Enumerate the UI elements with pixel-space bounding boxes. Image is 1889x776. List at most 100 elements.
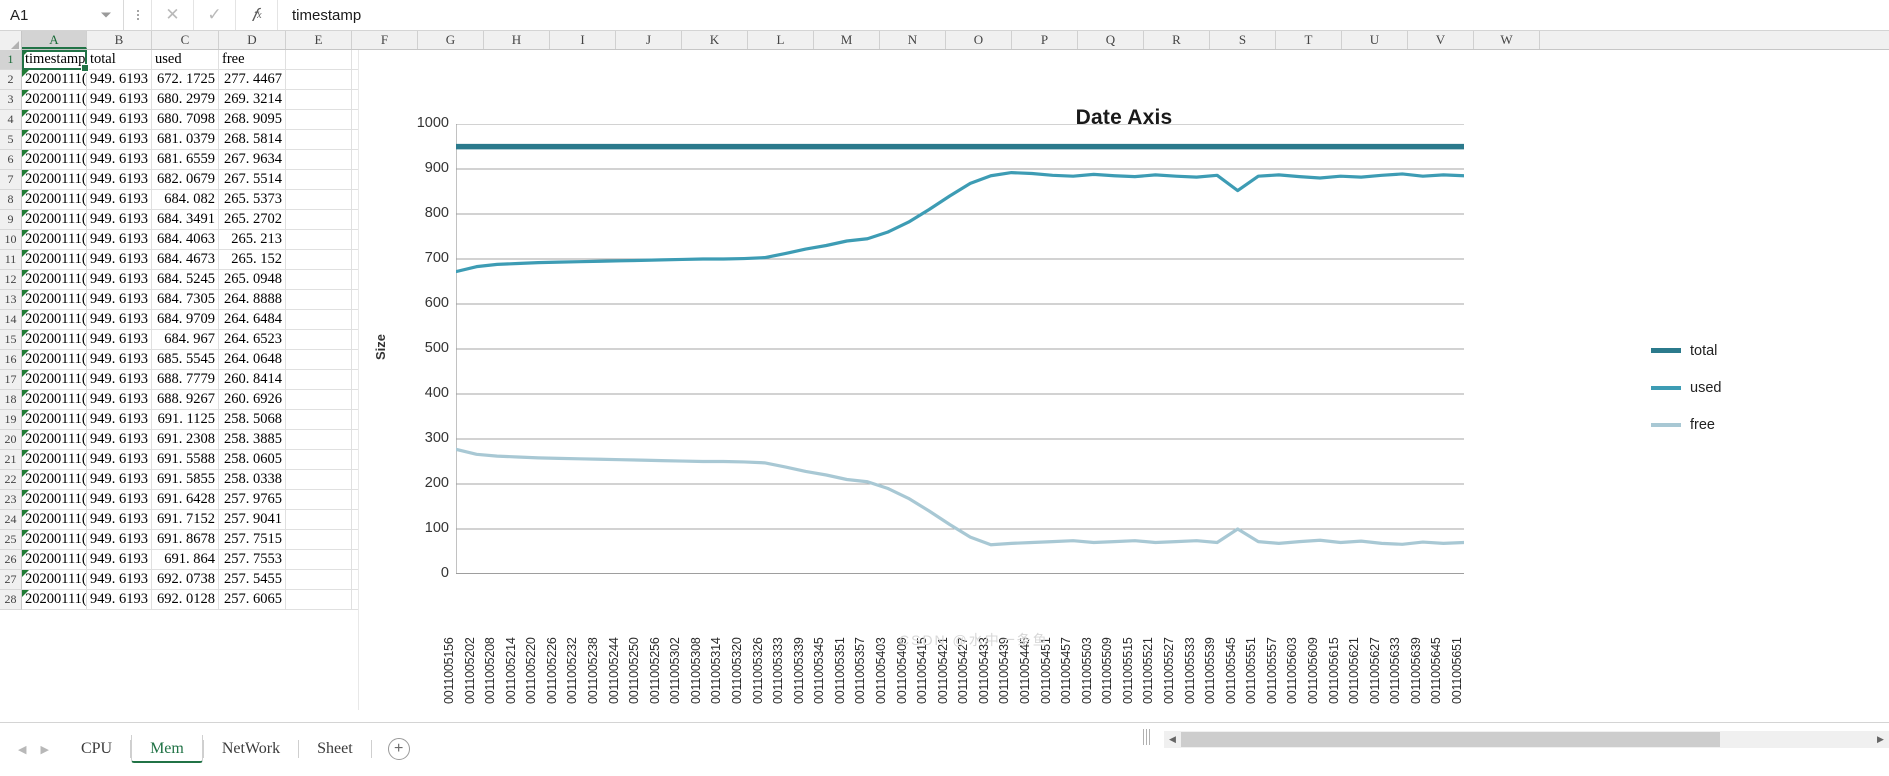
cell-B11[interactable]: 949. 6193: [87, 250, 152, 270]
column-header-w[interactable]: W: [1474, 31, 1540, 49]
row-header-19[interactable]: 19: [0, 410, 22, 430]
cell-C3[interactable]: 680. 2979: [152, 90, 219, 110]
cell-D9[interactable]: 265. 2702: [219, 210, 286, 230]
cell-A20[interactable]: 20200111(: [22, 430, 87, 450]
cell-empty[interactable]: [286, 150, 352, 170]
cell-B16[interactable]: 949. 6193: [87, 350, 152, 370]
sheet-tab-cpu[interactable]: CPU: [63, 735, 130, 763]
column-header-u[interactable]: U: [1342, 31, 1408, 49]
cell-B23[interactable]: 949. 6193: [87, 490, 152, 510]
cell-D11[interactable]: 265. 152: [219, 250, 286, 270]
chevron-down-icon[interactable]: [101, 12, 111, 18]
column-header-q[interactable]: Q: [1078, 31, 1144, 49]
row-header-13[interactable]: 13: [0, 290, 22, 310]
cell-C23[interactable]: 691. 6428: [152, 490, 219, 510]
cell-empty[interactable]: [286, 230, 352, 250]
cell-empty[interactable]: [286, 590, 352, 610]
row-header-18[interactable]: 18: [0, 390, 22, 410]
cell-C12[interactable]: 684. 5245: [152, 270, 219, 290]
cell-A23[interactable]: 20200111(: [22, 490, 87, 510]
cell-A15[interactable]: 20200111(: [22, 330, 87, 350]
cell-empty[interactable]: [286, 110, 352, 130]
cell-B24[interactable]: 949. 6193: [87, 510, 152, 530]
cell-C14[interactable]: 684. 9709: [152, 310, 219, 330]
cell-D3[interactable]: 269. 3214: [219, 90, 286, 110]
scrollbar-thumb[interactable]: [1181, 732, 1720, 747]
cell-B1[interactable]: total: [87, 50, 152, 70]
cell-D8[interactable]: 265. 5373: [219, 190, 286, 210]
horizontal-scrollbar[interactable]: ◀ ▶: [1164, 731, 1889, 748]
cell-B27[interactable]: 949. 6193: [87, 570, 152, 590]
cell-empty[interactable]: [286, 210, 352, 230]
cell-A18[interactable]: 20200111(: [22, 390, 87, 410]
cell-A6[interactable]: 20200111(: [22, 150, 87, 170]
cell-empty[interactable]: [286, 330, 352, 350]
cell-A21[interactable]: 20200111(: [22, 450, 87, 470]
row-header-12[interactable]: 12: [0, 270, 22, 290]
cell-A7[interactable]: 20200111(: [22, 170, 87, 190]
row-header-3[interactable]: 3: [0, 90, 22, 110]
cell-B5[interactable]: 949. 6193: [87, 130, 152, 150]
cell-empty[interactable]: [286, 130, 352, 150]
cell-A24[interactable]: 20200111(: [22, 510, 87, 530]
cell-A13[interactable]: 20200111(: [22, 290, 87, 310]
cell-D5[interactable]: 268. 5814: [219, 130, 286, 150]
cell-C11[interactable]: 684. 4673: [152, 250, 219, 270]
column-header-l[interactable]: L: [748, 31, 814, 49]
cell-A25[interactable]: 20200111(: [22, 530, 87, 550]
cell-empty[interactable]: [286, 570, 352, 590]
column-header-b[interactable]: B: [87, 31, 152, 49]
cell-C25[interactable]: 691. 8678: [152, 530, 219, 550]
cell-empty[interactable]: [286, 50, 352, 70]
sheet-tab-network[interactable]: NetWork: [204, 735, 298, 763]
cell-B15[interactable]: 949. 6193: [87, 330, 152, 350]
column-header-k[interactable]: K: [682, 31, 748, 49]
cell-B21[interactable]: 949. 6193: [87, 450, 152, 470]
legend-item-used[interactable]: used: [1651, 375, 1721, 400]
cell-B14[interactable]: 949. 6193: [87, 310, 152, 330]
cell-A19[interactable]: 20200111(: [22, 410, 87, 430]
column-header-n[interactable]: N: [880, 31, 946, 49]
cell-D28[interactable]: 257. 6065: [219, 590, 286, 610]
cell-empty[interactable]: [286, 470, 352, 490]
cell-B17[interactable]: 949. 6193: [87, 370, 152, 390]
cell-C24[interactable]: 691. 7152: [152, 510, 219, 530]
row-header-2[interactable]: 2: [0, 70, 22, 90]
more-options-icon[interactable]: [124, 0, 152, 30]
cell-C26[interactable]: 691. 864: [152, 550, 219, 570]
cell-B10[interactable]: 949. 6193: [87, 230, 152, 250]
row-header-27[interactable]: 27: [0, 570, 22, 590]
cell-B22[interactable]: 949. 6193: [87, 470, 152, 490]
column-header-s[interactable]: S: [1210, 31, 1276, 49]
column-header-c[interactable]: C: [152, 31, 219, 49]
cell-empty[interactable]: [286, 530, 352, 550]
cell-D20[interactable]: 258. 3885: [219, 430, 286, 450]
cell-B28[interactable]: 949. 6193: [87, 590, 152, 610]
cell-empty[interactable]: [286, 90, 352, 110]
cell-D18[interactable]: 260. 6926: [219, 390, 286, 410]
cell-A14[interactable]: 20200111(: [22, 310, 87, 330]
cell-D15[interactable]: 264. 6523: [219, 330, 286, 350]
split-handle[interactable]: [1143, 729, 1154, 749]
cell-A1[interactable]: timestamp: [22, 50, 87, 70]
cell-D19[interactable]: 258. 5068: [219, 410, 286, 430]
cell-B18[interactable]: 949. 6193: [87, 390, 152, 410]
cell-D12[interactable]: 265. 0948: [219, 270, 286, 290]
column-header-t[interactable]: T: [1276, 31, 1342, 49]
cell-A3[interactable]: 20200111(: [22, 90, 87, 110]
row-header-28[interactable]: 28: [0, 590, 22, 610]
cell-B8[interactable]: 949. 6193: [87, 190, 152, 210]
cell-C6[interactable]: 681. 6559: [152, 150, 219, 170]
cell-B2[interactable]: 949. 6193: [87, 70, 152, 90]
column-header-o[interactable]: O: [946, 31, 1012, 49]
column-header-d[interactable]: D: [219, 31, 286, 49]
cell-B7[interactable]: 949. 6193: [87, 170, 152, 190]
cell-A8[interactable]: 20200111(: [22, 190, 87, 210]
cell-D13[interactable]: 264. 8888: [219, 290, 286, 310]
legend-item-total[interactable]: total: [1651, 338, 1721, 363]
cell-B6[interactable]: 949. 6193: [87, 150, 152, 170]
row-header-17[interactable]: 17: [0, 370, 22, 390]
sheet-tab-mem[interactable]: Mem: [131, 735, 203, 763]
fx-icon[interactable]: 𝑓x: [236, 0, 278, 30]
cell-B3[interactable]: 949. 6193: [87, 90, 152, 110]
